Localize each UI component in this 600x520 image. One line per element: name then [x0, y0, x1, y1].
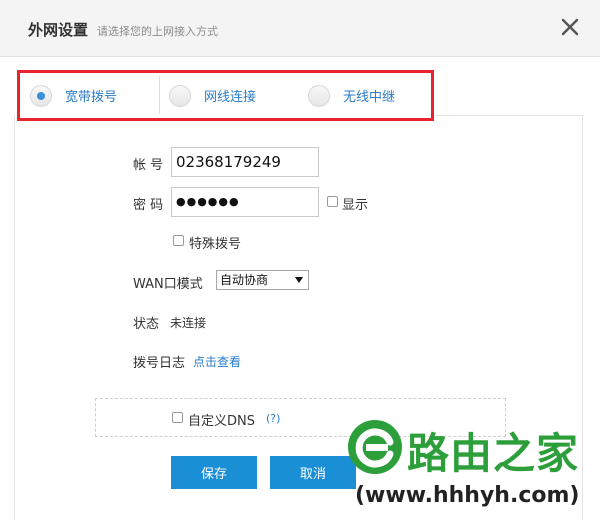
dialog-header: 外网设置 请选择您的上网接入方式: [0, 0, 600, 57]
help-link[interactable]: (?): [266, 412, 280, 425]
tab-divider: [159, 76, 160, 114]
show-password-label: 显示: [342, 198, 369, 213]
dial-log-link[interactable]: 点击查看: [193, 353, 241, 370]
connection-type-tabs: 宽带拨号 网线连接 无线中继: [17, 70, 434, 121]
content-border-right: [582, 115, 583, 520]
dropdown-arrow-icon: [295, 277, 303, 283]
special-dial-label: 特殊拨号: [189, 237, 242, 252]
tab-label: 无线中继: [343, 90, 396, 105]
custom-dns-checkbox[interactable]: [172, 412, 183, 423]
radio-broadband-dial[interactable]: [30, 84, 52, 107]
password-input[interactable]: ●●●●●●: [171, 187, 319, 217]
custom-dns-label: 自定义DNS: [188, 414, 255, 429]
special-dial-checkbox[interactable]: [173, 235, 184, 246]
content-border-left: [14, 115, 15, 520]
tab-label: 宽带拨号: [65, 90, 118, 105]
tab-label: 网线连接: [204, 90, 257, 105]
password-label: 密 码: [133, 198, 164, 213]
dialog-subtitle: 请选择您的上网接入方式: [97, 25, 218, 38]
status-label: 状态: [133, 317, 160, 332]
wan-mode-select[interactable]: 自动协商: [216, 270, 309, 290]
save-button[interactable]: 保存: [171, 456, 257, 489]
watermark-logo-icon: [348, 420, 402, 474]
status-value: 未连接: [170, 316, 207, 330]
tab-broadband-dial[interactable]: 宽带拨号: [30, 73, 117, 118]
wan-mode-label: WAN口模式: [133, 277, 203, 292]
wan-mode-value: 自动协商: [220, 273, 269, 287]
close-icon[interactable]: [558, 15, 582, 39]
tab-wireless-repeater[interactable]: 无线中继: [308, 73, 395, 118]
tab-wired-connection[interactable]: 网线连接: [169, 73, 256, 118]
account-label: 帐 号: [133, 158, 164, 173]
show-password-checkbox[interactable]: [327, 196, 338, 207]
cancel-button[interactable]: 取消: [270, 456, 356, 489]
tab-strip-border: [414, 115, 583, 116]
account-input[interactable]: 02368179249: [171, 147, 319, 177]
dialog-title: 外网设置: [28, 21, 89, 39]
radio-wired-connection[interactable]: [169, 84, 191, 107]
watermark-url: (www.hhhyh.com): [355, 483, 580, 508]
dial-log-label: 拨号日志: [133, 356, 186, 371]
radio-wireless-repeater[interactable]: [308, 84, 330, 107]
watermark-brand: 路由之家: [407, 429, 580, 478]
